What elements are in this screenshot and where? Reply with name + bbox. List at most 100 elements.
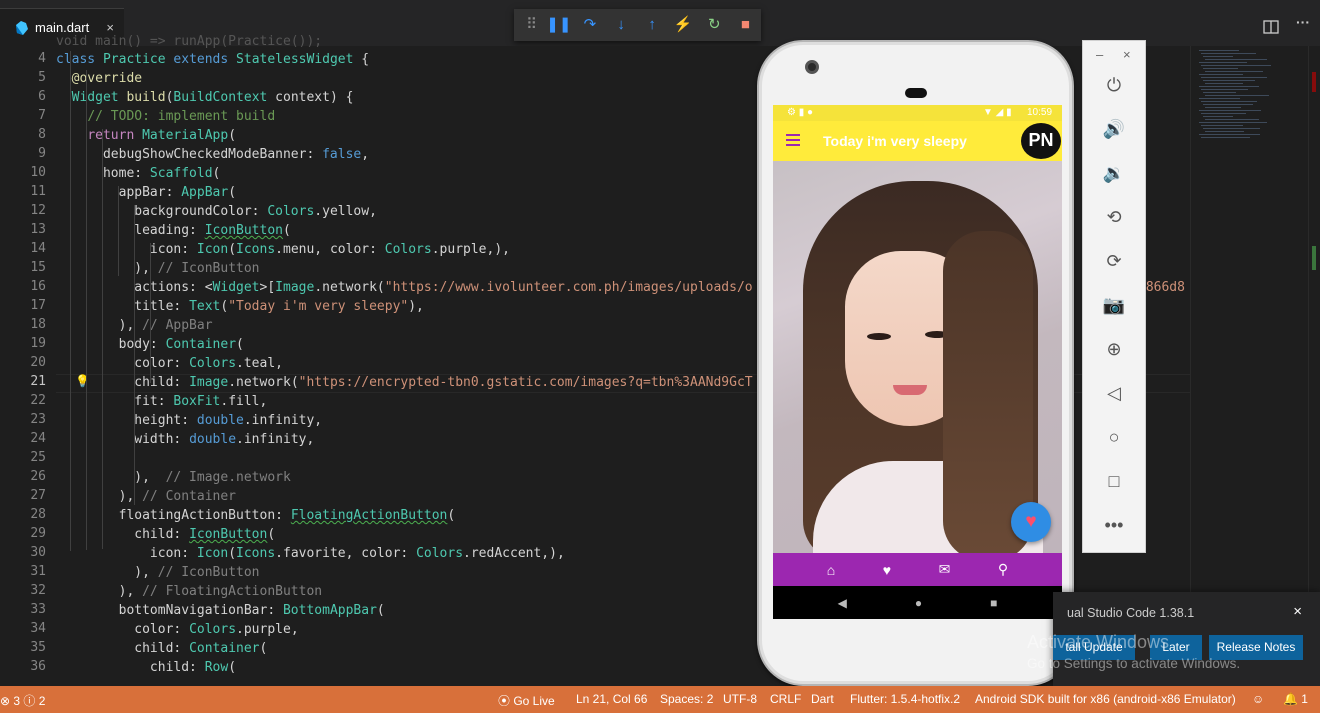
code-token: .infinity, bbox=[236, 432, 315, 447]
home-circle-icon[interactable]: ● bbox=[915, 596, 922, 610]
more-icon[interactable]: ••• bbox=[1083, 515, 1145, 536]
step-out-icon[interactable]: ↑ bbox=[637, 9, 668, 41]
minimap-line bbox=[1199, 86, 1259, 87]
close-notification-icon[interactable]: × bbox=[1293, 603, 1302, 620]
code-token: IconButton bbox=[189, 527, 268, 542]
code-token: ( bbox=[447, 508, 456, 523]
code-token: Colors bbox=[189, 622, 237, 637]
floating-action-button[interactable]: ♥ bbox=[1011, 502, 1051, 542]
rotate-left-icon[interactable]: ⟲ bbox=[1083, 207, 1145, 228]
step-over-icon[interactable]: ↷ bbox=[574, 9, 605, 41]
back-icon[interactable]: ◁ bbox=[1083, 383, 1145, 404]
line-number: 21 bbox=[30, 374, 46, 389]
code-token: Icons bbox=[236, 242, 276, 257]
volume-down-icon[interactable]: 🔉 bbox=[1083, 163, 1145, 184]
language-mode[interactable]: Dart bbox=[811, 692, 834, 706]
code-token: child: bbox=[56, 375, 190, 390]
flutter-version[interactable]: Flutter: 1.5.4-hotfix.2 bbox=[850, 692, 960, 706]
code-token: BuildContext bbox=[173, 90, 276, 105]
android-status-bar: ⚙ ▮ ● ▼ ◢ ▮ 10:59 bbox=[773, 105, 1062, 121]
minimap-line bbox=[1201, 65, 1271, 66]
favorite-icon[interactable]: ♥ bbox=[883, 562, 891, 578]
volume-up-icon[interactable]: 🔊 bbox=[1083, 119, 1145, 140]
code-line: floatingActionButton: FloatingActionButt… bbox=[56, 506, 456, 525]
line-number: 36 bbox=[30, 659, 46, 674]
drag-grip-icon[interactable]: ⠿ bbox=[520, 9, 543, 41]
code-token: context) { bbox=[275, 90, 354, 105]
device-selector[interactable]: Android SDK built for x86 (android-x86 E… bbox=[975, 692, 1236, 706]
minimap[interactable] bbox=[1190, 46, 1308, 686]
cursor-position[interactable]: Ln 21, Col 66 bbox=[576, 692, 647, 706]
line-number: 9 bbox=[38, 146, 46, 161]
code-token: ), bbox=[56, 261, 158, 276]
minimap-line bbox=[1205, 119, 1259, 120]
code-token: @override bbox=[71, 71, 143, 86]
message-icon[interactable]: ✉ bbox=[939, 561, 951, 578]
search-icon[interactable]: ⚲ bbox=[998, 561, 1008, 578]
code-token: ( bbox=[236, 337, 244, 352]
indentation[interactable]: Spaces: 2 bbox=[660, 692, 713, 706]
zoom-icon[interactable]: ⊕ bbox=[1083, 339, 1145, 360]
encoding[interactable]: UTF-8 bbox=[723, 692, 757, 706]
code-token: double bbox=[189, 432, 237, 447]
minimap-line bbox=[1199, 110, 1261, 111]
code-token: // IconButton bbox=[157, 565, 260, 580]
device-screen[interactable]: ⚙ ▮ ● ▼ ◢ ▮ 10:59 Today i'm very sleepy … bbox=[773, 105, 1062, 619]
code-token: height: bbox=[56, 413, 197, 428]
code-token: Widget bbox=[71, 90, 127, 105]
feedback-icon[interactable]: ☺ bbox=[1252, 692, 1264, 706]
code-token: .infinity, bbox=[243, 413, 323, 428]
camera-icon[interactable]: 📷 bbox=[1083, 295, 1145, 316]
problems-indicator[interactable]: ⊗ 3 ⓘ 2 bbox=[0, 692, 45, 709]
line-ending[interactable]: CRLF bbox=[770, 692, 801, 706]
signal-icon: ▼ ◢ ▮ bbox=[983, 107, 1012, 118]
line-number: 8 bbox=[38, 127, 46, 142]
code-token: // Image.network bbox=[165, 470, 291, 485]
code-token: debugShowCheckedModeBanner: bbox=[56, 147, 323, 162]
minimap-line bbox=[1205, 71, 1263, 72]
vertical-scrollbar[interactable] bbox=[1308, 46, 1320, 686]
pause-icon[interactable]: ❚❚ bbox=[543, 9, 574, 41]
code-token: Icon bbox=[196, 546, 229, 561]
code-token: "https://encrypted-tbn0.gstatic.com/imag… bbox=[298, 375, 753, 390]
line-number: 35 bbox=[30, 640, 46, 655]
code-token: Colors bbox=[416, 546, 464, 561]
line-number: 15 bbox=[30, 260, 46, 275]
minimap-line bbox=[1205, 95, 1269, 96]
back-icon[interactable]: ◀ bbox=[838, 596, 847, 610]
indent-guide bbox=[86, 70, 87, 550]
code-token: icon: bbox=[56, 242, 197, 257]
notifications-bell[interactable]: 🔔 1 bbox=[1283, 692, 1308, 706]
minimize-button[interactable]: – bbox=[1096, 47, 1103, 62]
code-line: ), // FloatingActionButton bbox=[56, 582, 323, 601]
home-icon[interactable]: ⌂ bbox=[827, 562, 835, 578]
home-icon[interactable]: ○ bbox=[1083, 427, 1145, 448]
step-into-icon[interactable]: ↓ bbox=[606, 9, 637, 41]
restart-icon[interactable]: ↻ bbox=[699, 9, 730, 41]
body-image bbox=[773, 161, 1062, 581]
code-token: Colors bbox=[384, 242, 432, 257]
close-button[interactable]: × bbox=[1123, 47, 1131, 62]
bottom-app-bar: ⌂ ♥ ✉ ⚲ bbox=[773, 553, 1062, 586]
line-number: 18 bbox=[30, 317, 46, 332]
line-number: 28 bbox=[30, 507, 46, 522]
indent-guide bbox=[134, 205, 135, 505]
split-editor-icon[interactable] bbox=[1263, 20, 1279, 34]
code-line: class Practice extends StatelessWidget { bbox=[56, 50, 369, 69]
more-actions-icon[interactable]: ··· bbox=[1296, 14, 1310, 30]
line-number: 25 bbox=[30, 450, 46, 465]
settings-icon: ⚙ ▮ ● bbox=[787, 107, 814, 118]
overview-icon[interactable]: □ bbox=[1083, 471, 1145, 492]
code-token: ( bbox=[228, 660, 237, 675]
recents-icon[interactable]: ■ bbox=[990, 596, 997, 610]
power-icon[interactable]: ⏻ bbox=[1083, 75, 1145, 96]
code-token: bottomNavigationBar: bbox=[56, 603, 283, 618]
hot-reload-icon[interactable]: ⚡ bbox=[668, 9, 699, 41]
rotate-right-icon[interactable]: ⟳ bbox=[1083, 251, 1145, 272]
menu-icon[interactable] bbox=[786, 134, 800, 146]
stop-icon[interactable]: ■ bbox=[730, 9, 761, 41]
go-live-button[interactable]: ⦿ Go Live bbox=[498, 692, 555, 709]
minimap-line bbox=[1199, 122, 1267, 123]
minimap-line bbox=[1201, 53, 1256, 54]
